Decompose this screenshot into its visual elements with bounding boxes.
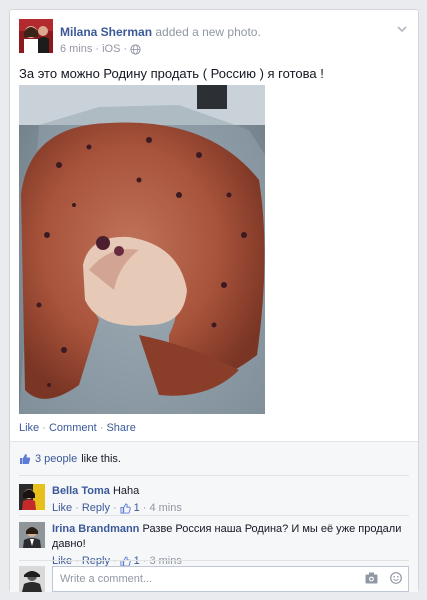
chevron-down-icon[interactable] (395, 22, 409, 36)
comment-composer: Write a comment... (19, 566, 409, 594)
camera-icon[interactable] (365, 572, 378, 584)
divider (19, 560, 409, 561)
viewer-avatar (19, 566, 45, 592)
author-line: Milana Sherman added a new photo. (60, 25, 261, 39)
author-name[interactable]: Milana Sherman (60, 25, 152, 39)
smiley-icon[interactable] (390, 572, 402, 584)
post-photo[interactable] (19, 85, 265, 414)
meta-separator: · (123, 43, 128, 55)
actions-separator: · (99, 422, 104, 434)
post-time[interactable]: 6 mins (60, 43, 92, 55)
actions-separator: · (42, 422, 46, 434)
commenter-avatar[interactable] (19, 484, 45, 510)
commenter-name[interactable]: Bella Toma (52, 485, 110, 497)
composer-icons (365, 572, 402, 584)
post-card: Milana Sherman added a new photo. 6 mins… (9, 9, 419, 592)
comment-body: Bella Toma Haha Like · Reply · 1 · 4 min… (52, 484, 407, 516)
thumbs-up-icon (120, 503, 131, 514)
thumbs-up-icon (20, 454, 31, 464)
commenter-avatar[interactable] (19, 522, 45, 548)
author-action: added a new photo. (155, 25, 261, 39)
divider (19, 515, 409, 516)
comment-like-count[interactable]: 1 (134, 501, 140, 516)
likes-count[interactable]: 3 people (35, 453, 77, 465)
share-link[interactable]: Share (106, 422, 135, 434)
meta-separator: · (95, 43, 100, 55)
meta-separator: · (75, 502, 79, 514)
post-text: За это можно Родину продать ( Россию ) я… (19, 66, 324, 81)
comment-meta: Like · Reply · 1 · 4 mins (52, 501, 407, 516)
comment-placeholder: Write a comment... (60, 573, 153, 585)
comment-time[interactable]: 4 mins (149, 501, 181, 516)
comment-body: Irina Brandmann Разве Россия наша Родина… (52, 522, 407, 569)
meta-separator: · (142, 502, 147, 514)
meta-separator: · (112, 502, 117, 514)
comment-input[interactable]: Write a comment... (52, 566, 409, 592)
author-avatar[interactable] (19, 19, 53, 53)
likes-summary: 3 people like this. (19, 450, 409, 468)
comment-link[interactable]: Comment (49, 422, 97, 434)
globe-icon[interactable] (130, 43, 141, 55)
divider (19, 475, 409, 476)
like-link[interactable]: Like (19, 422, 39, 434)
post-platform: iOS (102, 43, 121, 55)
comment-like-link[interactable]: Like (52, 501, 72, 516)
comment-reply-link[interactable]: Reply (82, 501, 110, 516)
feedback-section: 3 people like this. Bella Toma Haha Like (10, 441, 418, 592)
commenter-name[interactable]: Irina Brandmann (52, 523, 139, 535)
post-meta: 6 mins · iOS · (60, 43, 141, 55)
likes-suffix: like this. (81, 453, 121, 465)
post-header: Milana Sherman added a new photo. 6 mins… (19, 19, 409, 63)
comment-text: Haha (112, 485, 140, 497)
post-actions: Like · Comment · Share (19, 422, 136, 434)
